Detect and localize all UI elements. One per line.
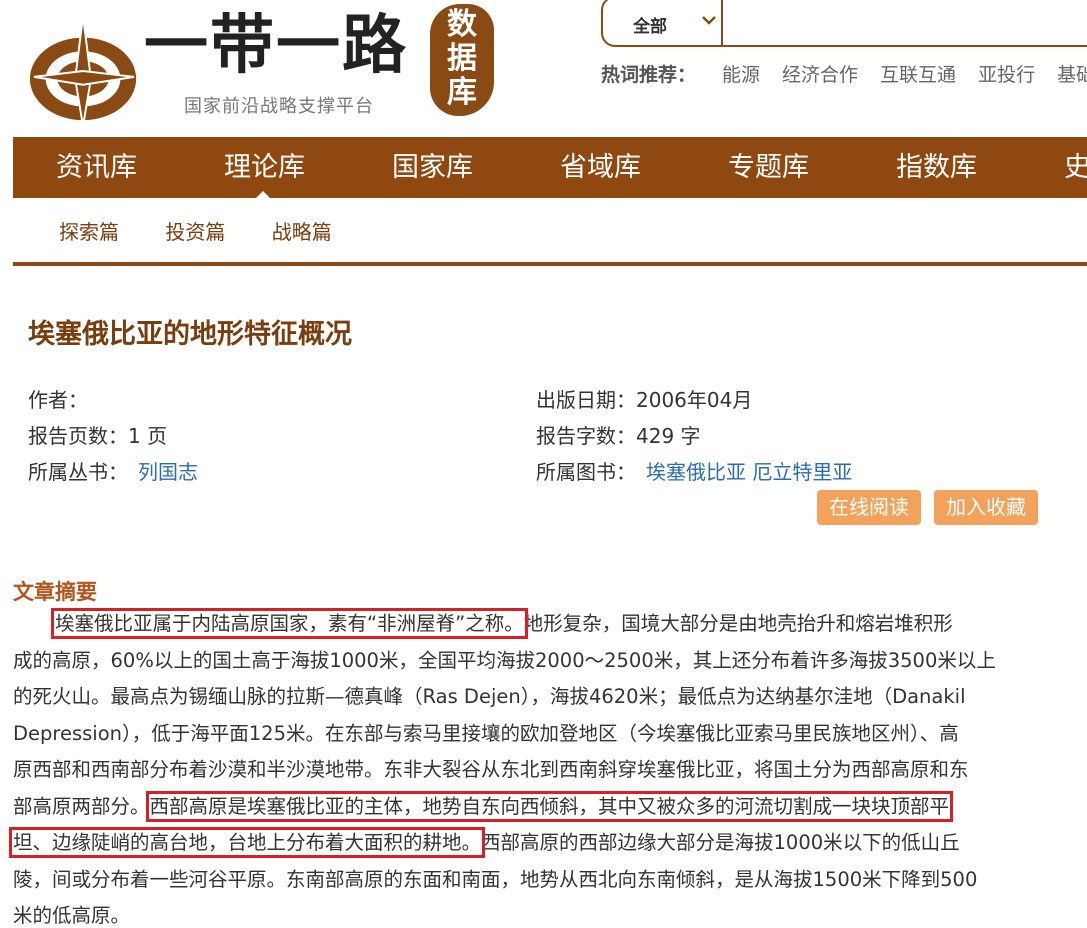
subnav-item-explore[interactable]: 探索篇: [59, 220, 119, 244]
logo-title: 一带一路: [144, 8, 408, 83]
abstract-text: Depression），低于海平面125米。在东部与索马里接壤的欧加登地区（今埃…: [13, 721, 959, 745]
subnav-item-invest[interactable]: 投资篇: [165, 220, 225, 244]
sub-nav: 探索篇 投资篇 战略篇: [59, 216, 372, 245]
logo-subtitle: 国家前沿战略支撑平台: [184, 96, 374, 117]
nav-item-country[interactable]: 国家库: [392, 137, 473, 198]
abstract-line: 坦、边缘陡峭的高台地，台地上分布着大面积的耕地。西部高原的西部边缘大部分是海拔1…: [8, 825, 1058, 862]
add-favorite-button[interactable]: 加入收藏: [934, 490, 1038, 525]
hotwords-label: 热词推荐：: [601, 64, 697, 86]
hotword-link[interactable]: 经济合作: [782, 64, 858, 86]
main-nav: 资讯库 理论库 国家库 省域库 专题库 指数库 史: [13, 137, 1087, 198]
search-box[interactable]: 全部: [601, 0, 1087, 47]
nav-item-news[interactable]: 资讯库: [56, 137, 137, 198]
highlighted-text: 埃塞俄比亚属于内陆高原国家，素有“非洲屋脊”之称。: [51, 608, 528, 639]
search-scope-label: 全部: [633, 17, 667, 37]
logo-seal-char: 数: [447, 7, 477, 42]
abstract-body: 埃塞俄比亚属于内陆高原国家，素有“非洲屋脊”之称。地形复杂，国境大部分是由地壳抬…: [8, 606, 1058, 928]
abstract-line: Depression），低于海平面125米。在东部与索马里接壤的欧加登地区（今埃…: [13, 716, 1058, 753]
hotword-link[interactable]: 基础: [1057, 64, 1087, 86]
series-label: 所属丛书：: [28, 460, 128, 484]
series-link[interactable]: 列国志: [138, 460, 198, 484]
author-field: 作者：: [28, 388, 88, 412]
abstract-line: 埃塞俄比亚属于内陆高原国家，素有“非洲屋脊”之称。地形复杂，国境大部分是由地壳抬…: [13, 606, 1058, 643]
highlighted-text: 坦、边缘陡峭的高台地，台地上分布着大面积的耕地。: [8, 827, 486, 858]
abstract-text: 原西部和西南部分布着沙漠和半沙漠地带。东非大裂谷从东北到西南斜穿埃塞俄比亚，将国…: [13, 758, 969, 781]
read-online-button[interactable]: 在线阅读: [817, 490, 921, 525]
publish-date: 出版日期：2006年04月: [536, 388, 753, 412]
series-field: 所属丛书： 列国志: [28, 458, 198, 486]
chevron-down-icon: [702, 16, 716, 25]
hotword-link[interactable]: 亚投行: [978, 64, 1035, 86]
logo-seal-char: 据: [447, 41, 477, 76]
book-label: 所属图书：: [536, 460, 636, 484]
book-link[interactable]: 埃塞俄比亚 厄立特里亚: [646, 460, 852, 484]
nav-item-index[interactable]: 指数库: [896, 137, 977, 198]
active-nav-caret: [255, 191, 271, 199]
abstract-line: 部高原两部分。西部高原是埃塞俄比亚的主体，地势自东向西倾斜，其中又被众多的河流切…: [13, 789, 1058, 826]
divider: [13, 262, 1087, 266]
hotword-link[interactable]: 互联互通: [880, 64, 956, 86]
nav-item-province[interactable]: 省域库: [560, 137, 641, 198]
subnav-item-strategy[interactable]: 战略篇: [272, 220, 332, 244]
abstract-text: 部高原两部分。: [13, 794, 150, 818]
hotword-link[interactable]: 能源: [722, 64, 760, 86]
abstract-text: 成的高原，60%以上的国土高于海拔1000米，全国平均海拔2000～2500米，…: [13, 648, 996, 672]
abstract-text: 地形复杂，国境大部分是由地壳抬升和熔岩堆积形: [523, 612, 953, 635]
abstract-text: 米的低高原。: [13, 904, 131, 927]
logo-seal: 数 据 库: [430, 4, 494, 116]
abstract-text: 西部高原的西部边缘大部分是海拔1000米以下的低山丘: [481, 831, 960, 854]
abstract-heading: 文章摘要: [13, 580, 97, 604]
abstract-line: 米的低高原。: [13, 898, 1058, 928]
globe-emblem-icon: [29, 15, 137, 127]
highlighted-text: 西部高原是埃塞俄比亚的主体，地势自东向西倾斜，其中又被众多的河流切割成一块块顶部…: [145, 790, 954, 822]
book-field: 所属图书： 埃塞俄比亚 厄立特里亚: [536, 458, 852, 486]
abstract-line: 成的高原，60%以上的国土高于海拔1000米，全国平均海拔2000～2500米，…: [13, 643, 1058, 680]
search-scope-select[interactable]: 全部: [603, 0, 723, 45]
logo-seal-char: 库: [447, 75, 477, 110]
abstract-text: 的死火山。最高点为锡缅山脉的拉斯—德真峰（Ras Dejen），海拔4620米；…: [13, 685, 966, 708]
nav-item-topic[interactable]: 专题库: [728, 137, 809, 198]
site-logo[interactable]: 一带一路 数 据 库 国家前沿战略支撑平台: [26, 4, 496, 127]
nav-item-history[interactable]: 史: [1064, 137, 1087, 198]
page-count: 报告页数：1 页: [28, 424, 168, 448]
hotwords-bar: 热词推荐： 能源 经济合作 互联互通 亚投行 基础: [601, 60, 1087, 87]
word-count: 报告字数：429 字: [536, 424, 701, 448]
abstract-line: 陵，间或分布着一些河谷平原。东南部高原的东面和南面，地势从西北向东南倾斜，是从海…: [13, 862, 1058, 899]
abstract-text: 陵，间或分布着一些河谷平原。东南部高原的东面和南面，地势从西北向东南倾斜，是从海…: [13, 867, 978, 891]
abstract-line: 原西部和西南部分布着沙漠和半沙漠地带。东非大裂谷从东北到西南斜穿埃塞俄比亚，将国…: [13, 752, 1058, 789]
page-title: 埃塞俄比亚的地形特征概况: [28, 319, 352, 350]
abstract-line: 的死火山。最高点为锡缅山脉的拉斯—德真峰（Ras Dejen），海拔4620米；…: [13, 679, 1058, 716]
nav-item-theory[interactable]: 理论库: [224, 137, 305, 198]
